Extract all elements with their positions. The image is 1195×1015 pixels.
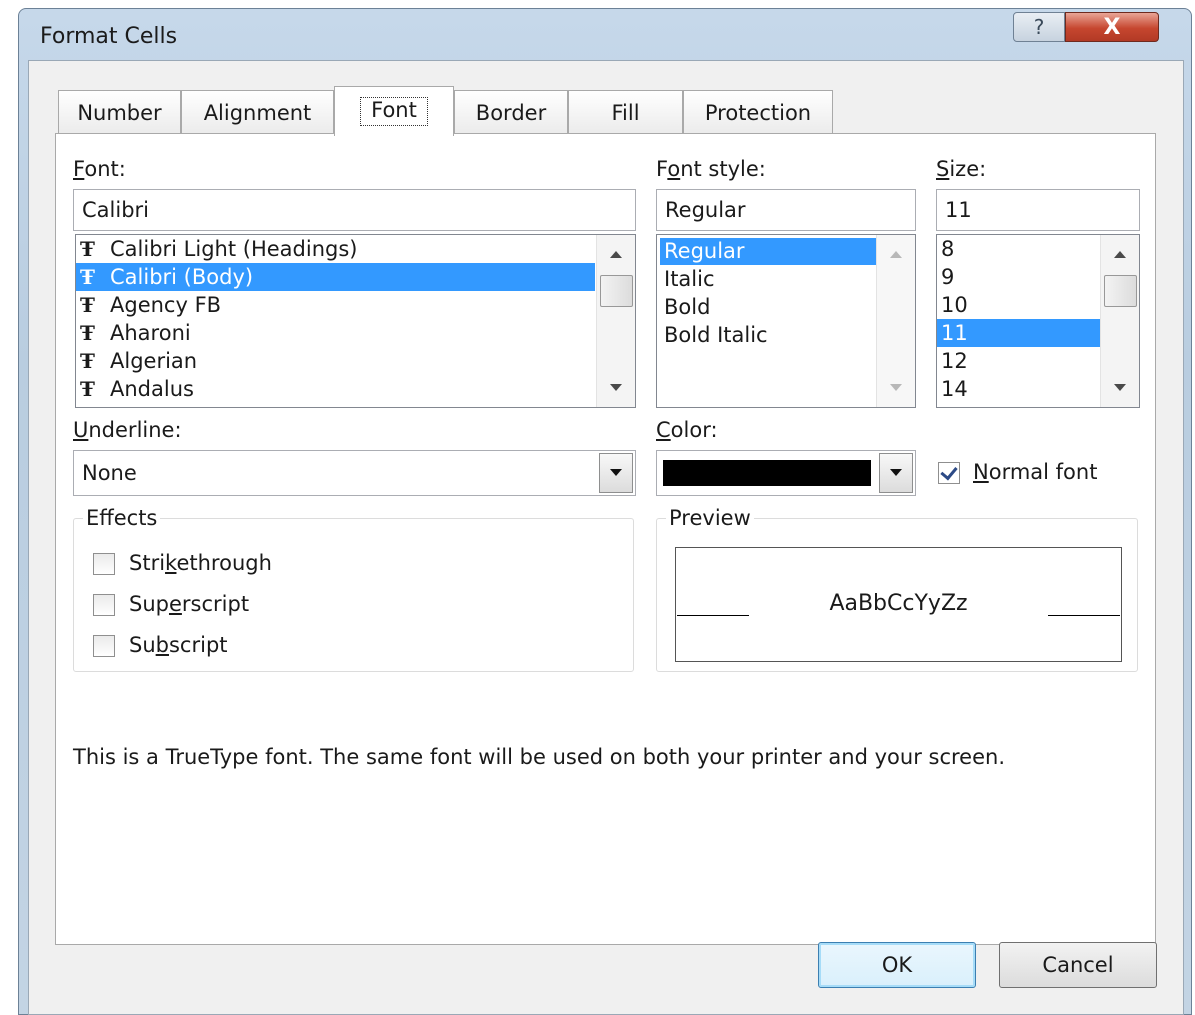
font-list[interactable]: Ŧ Calibri Light (Headings) Ŧ Calibri (Body… <box>75 234 636 408</box>
list-item[interactable]: 11 <box>937 319 1101 347</box>
font-style-list[interactable]: Regular Italic Bold Bold Italic <box>656 234 916 408</box>
tab-fill[interactable]: Fill <box>568 90 683 134</box>
subscript-label[interactable]: Subscript <box>129 633 228 657</box>
size-list-scrollbar[interactable] <box>1100 235 1139 407</box>
dialog-title: Format Cells <box>40 24 178 49</box>
strikethrough-checkbox[interactable] <box>93 553 115 575</box>
font-style-input[interactable]: Regular <box>656 189 916 231</box>
truetype-icon: Ŧ <box>80 349 95 373</box>
color-swatch <box>663 460 871 486</box>
help-button[interactable]: ? <box>1013 12 1065 42</box>
scroll-up-icon[interactable] <box>610 251 622 258</box>
font-list-scrollbar[interactable] <box>596 235 635 407</box>
truetype-icon: Ŧ <box>80 265 95 289</box>
chevron-down-icon[interactable] <box>879 453 913 493</box>
list-item[interactable]: Ŧ Calibri (Body) <box>76 263 595 291</box>
scroll-thumb[interactable] <box>600 275 633 307</box>
font-label: Font: <box>73 157 126 181</box>
tab-font[interactable]: Font <box>334 86 454 136</box>
truetype-icon: Ŧ <box>80 237 95 261</box>
font-style-label: Font style: <box>656 157 766 181</box>
tab-label: Border <box>475 100 547 125</box>
underline-value: None <box>82 461 137 485</box>
superscript-checkbox[interactable] <box>93 594 115 616</box>
underline-dropdown[interactable]: None <box>73 450 636 496</box>
scroll-thumb[interactable] <box>1104 275 1137 307</box>
list-item[interactable]: Ŧ Calibri Light (Headings) <box>76 235 635 263</box>
tab-label: Number <box>77 100 162 125</box>
size-label: Size: <box>936 157 987 181</box>
tab-border[interactable]: Border <box>454 90 568 134</box>
font-name-input[interactable]: Calibri <box>73 189 636 231</box>
truetype-icon: Ŧ <box>80 321 95 345</box>
scroll-down-icon[interactable] <box>610 384 622 391</box>
tab-label: Fill <box>611 100 640 125</box>
preview-sample-text: AaBbCcYyZz <box>829 591 968 616</box>
normal-font-checkbox[interactable] <box>938 462 960 484</box>
subscript-checkbox[interactable] <box>93 635 115 657</box>
cancel-button[interactable]: Cancel <box>999 942 1157 988</box>
color-dropdown[interactable] <box>656 450 916 496</box>
color-label: Color: <box>656 418 718 442</box>
truetype-icon: Ŧ <box>80 293 95 317</box>
list-item[interactable]: Ŧ Agency FB <box>76 291 635 319</box>
close-button[interactable]: X <box>1065 12 1159 42</box>
list-item[interactable]: Ŧ Aharoni <box>76 319 635 347</box>
preview-legend: Preview <box>666 506 754 530</box>
tab-protection[interactable]: Protection <box>683 90 833 134</box>
truetype-icon: Ŧ <box>80 377 95 401</box>
tab-label: Protection <box>704 100 812 125</box>
scroll-up-icon[interactable] <box>1114 251 1126 258</box>
check-icon <box>940 462 958 481</box>
list-item[interactable]: Ŧ Andalus <box>76 375 635 403</box>
scroll-down-icon[interactable] <box>890 384 902 391</box>
close-icon: X <box>1103 14 1121 40</box>
tab-number[interactable]: Number <box>58 90 181 134</box>
font-style-scrollbar[interactable] <box>876 235 915 407</box>
size-list[interactable]: 8 9 10 11 12 14 <box>936 234 1140 408</box>
effects-legend: Effects <box>83 506 161 530</box>
ok-button[interactable]: OK <box>818 942 976 988</box>
superscript-label[interactable]: Superscript <box>129 592 249 616</box>
list-item[interactable]: Ŧ Algerian <box>76 347 635 375</box>
help-icon: ? <box>1033 15 1045 39</box>
tab-label: Font <box>360 97 428 126</box>
chevron-down-icon[interactable] <box>599 453 633 493</box>
strikethrough-label[interactable]: Strikethrough <box>129 551 272 575</box>
tab-label: Alignment <box>203 100 312 125</box>
underline-label: Underline: <box>73 418 182 442</box>
list-item[interactable]: Regular <box>660 238 878 265</box>
tab-alignment[interactable]: Alignment <box>181 90 334 134</box>
normal-font-label[interactable]: Normal font <box>973 460 1097 484</box>
scroll-down-icon[interactable] <box>1114 384 1126 391</box>
scroll-up-icon[interactable] <box>890 251 902 258</box>
truetype-info-text: This is a TrueType font. The same font w… <box>73 745 1005 769</box>
size-input[interactable]: 11 <box>936 189 1140 231</box>
